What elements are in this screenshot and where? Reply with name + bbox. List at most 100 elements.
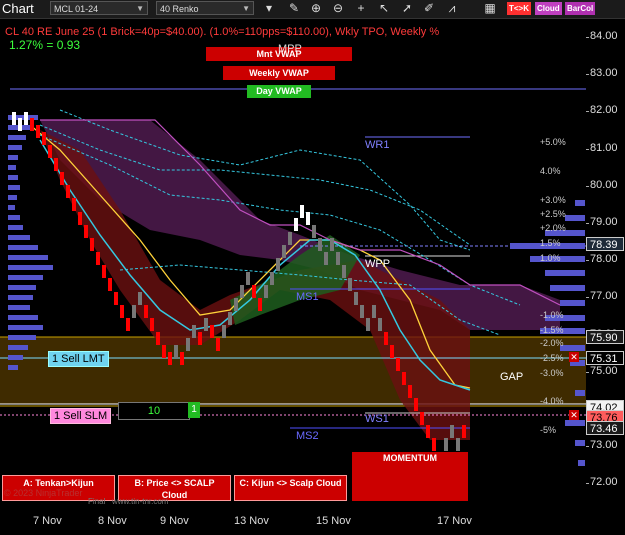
barcol-button[interactable]: BarCol [565, 2, 596, 15]
renko-brick [78, 212, 82, 225]
pct-label: 4.0% [540, 166, 561, 176]
renko-brick [48, 145, 52, 158]
chart-header-text: CL 40 RE June 25 (1 Brick=40p=$40.00). (… [5, 26, 440, 38]
renko-brick [252, 285, 256, 298]
renko-brick [366, 318, 370, 331]
renko-brick [324, 252, 328, 265]
renko-brick [432, 438, 436, 451]
pct-label: +2.5% [540, 209, 566, 219]
pointer-icon[interactable]: ↖ [376, 1, 392, 16]
price-axis-tick: 82.00 [590, 104, 618, 117]
renko-brick [372, 305, 376, 318]
mnt-vwap-label: Mnt VWAP [256, 49, 302, 59]
sell-lmt-order[interactable]: 1 Sell LMT [48, 351, 109, 367]
chart-ratio-text: 1.27% = 0.93 [9, 38, 81, 52]
renko-brick [264, 285, 268, 298]
price-axis-tick-mark [586, 185, 589, 187]
renko-brick [168, 352, 172, 365]
price-axis-tick-mark [586, 446, 589, 448]
grid-icon[interactable]: ▦ [482, 1, 498, 16]
pencil-alt-icon[interactable]: ✐ [421, 1, 437, 16]
renko-brick [450, 425, 454, 438]
sell-slm-order[interactable]: 1 Sell SLM [50, 408, 112, 424]
dropdown-icon[interactable]: ▾ [261, 1, 277, 16]
renko-brick [162, 345, 166, 358]
renko-brick [210, 325, 214, 338]
pct-label: +2.0% [540, 223, 566, 233]
pct-label: 1.5% [540, 238, 561, 248]
price-tag-78-39: 78.39 [586, 237, 624, 251]
price-axis-tick: 78.00 [590, 253, 618, 266]
pencil-icon[interactable]: ✎ [286, 1, 302, 16]
pct-label: -1.0% [540, 310, 564, 320]
weekly-vwap-label: Weekly VWAP [249, 68, 309, 78]
renko-brick [402, 372, 406, 385]
price-axis-tick-mark [586, 483, 589, 485]
renko-brick [306, 212, 310, 225]
renko-brick [18, 118, 22, 131]
renko-brick [456, 438, 460, 451]
renko-brick [174, 345, 178, 358]
url-watermark: www.tin-tnr.com [112, 497, 169, 506]
pct-label: -1.5% [540, 325, 564, 335]
order-quantity-badge[interactable]: 1 [188, 402, 200, 418]
time-axis-tick: 15 Nov [316, 515, 351, 527]
price-axis-tick: 72.00 [590, 476, 618, 489]
price-axis-tick: 81.00 [590, 141, 618, 154]
price-chart[interactable] [0, 19, 625, 535]
renko-brick [348, 278, 352, 291]
chevron-down-icon: ▼ [136, 4, 144, 13]
time-axis-tick: 13 Nov [234, 515, 269, 527]
button-label: C: Kijun <> Scalp Cloud [239, 478, 342, 488]
renko-brick [12, 112, 16, 125]
order-quantity-field[interactable]: 10 [118, 402, 190, 420]
bar-type-selector[interactable]: 40 Renko ▼ [156, 1, 254, 15]
ms2-label: MS2 [296, 430, 319, 442]
renko-brick [108, 278, 112, 291]
day-vwap-label: Day VWAP [256, 86, 302, 96]
renko-brick [378, 318, 382, 331]
time-axis-tick: 8 Nov [98, 515, 127, 527]
renko-brick [198, 332, 202, 345]
close-icon[interactable]: ✕ [569, 352, 579, 362]
price-axis-tick-mark [586, 260, 589, 262]
price-axis-tick: 77.00 [590, 290, 618, 303]
instrument-selector[interactable]: MCL 01-24 ▼ [50, 1, 148, 15]
renko-brick [156, 332, 160, 345]
cursor-icon[interactable]: ➚ [399, 1, 415, 16]
price-axis-tick-mark [586, 111, 589, 113]
kijun-scalp-cloud-button[interactable]: C: Kijun <> Scalp Cloud [234, 475, 347, 501]
renko-brick [246, 272, 250, 285]
renko-brick [462, 425, 466, 438]
cloud-button[interactable]: Cloud [535, 2, 562, 15]
bar-type-value: 40 Renko [160, 4, 199, 14]
close-icon[interactable]: ✕ [569, 410, 579, 420]
window-title: Chart [2, 1, 34, 16]
renko-brick [354, 292, 358, 305]
renko-brick [276, 258, 280, 271]
chart-toolbar: Chart MCL 01-24 ▼ 40 Renko ▼ ▾ ✎ ⊕ ⊖ + ↖… [0, 0, 625, 19]
renko-brick [444, 438, 448, 451]
tenkan-kijun-button[interactable]: T<>K [507, 2, 532, 15]
price-axis-tick: 75.00 [590, 364, 618, 377]
renko-brick [240, 285, 244, 298]
renko-brick [228, 312, 232, 325]
time-axis-tick: 7 Nov [33, 515, 62, 527]
price-axis-tick-mark [586, 223, 589, 224]
line-chart-icon[interactable]: ⩘ [444, 1, 460, 16]
price-tag-73-46: 73.46 [586, 421, 624, 435]
pct-label: -5% [540, 425, 557, 435]
instrument-value: MCL 01-24 [54, 4, 99, 14]
pct-label: 1.0% [540, 253, 561, 263]
renko-brick [222, 325, 226, 338]
renko-brick [54, 158, 58, 171]
pct-label: +5.0% [540, 137, 566, 147]
crosshair-icon[interactable]: + [353, 1, 369, 16]
price-axis-tick: 73.00 [590, 439, 618, 452]
renko-brick [234, 298, 238, 311]
renko-brick [132, 305, 136, 318]
renko-brick [318, 238, 322, 251]
zoom-out-icon[interactable]: ⊖ [330, 1, 346, 16]
pct-label: -2.5% [540, 353, 564, 363]
zoom-in-icon[interactable]: ⊕ [308, 1, 324, 16]
